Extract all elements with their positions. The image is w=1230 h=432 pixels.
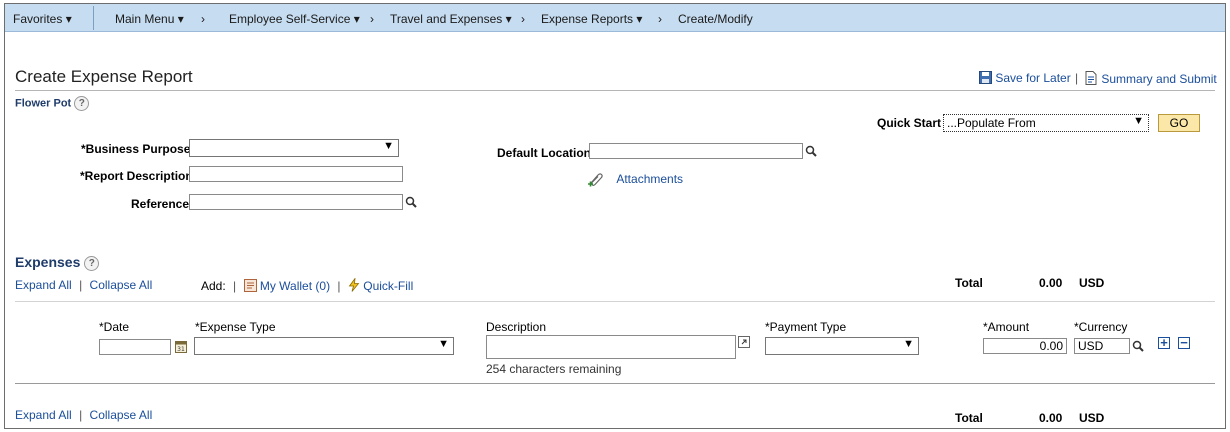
description-textarea[interactable]: [486, 335, 736, 359]
summary-submit-button[interactable]: Summary and Submit: [1085, 71, 1217, 86]
expand-textarea-icon[interactable]: [738, 336, 750, 348]
reference-label: Reference: [131, 197, 190, 211]
reference-input[interactable]: [189, 194, 403, 210]
amount-input[interactable]: 0.00: [983, 338, 1067, 354]
line-divider: [15, 383, 1215, 384]
description-label: Description: [486, 320, 547, 334]
total-currency-top: USD: [1079, 276, 1105, 290]
chevron-down-icon: ▼: [1133, 115, 1144, 127]
business-purpose-select[interactable]: ▼: [189, 139, 399, 157]
expand-collapse-bottom: Expand All | Collapse All: [15, 408, 152, 422]
employee-name: Flower Pot ?: [15, 96, 90, 111]
payment-type-label: *Payment Type: [765, 320, 847, 334]
floppy-disk-icon: [979, 71, 992, 84]
search-icon[interactable]: [805, 145, 817, 157]
breadcrumb-arrow: ›: [370, 12, 374, 26]
save-for-later-button[interactable]: Save for Later: [979, 71, 1071, 85]
nav-bar: Favorites ▾ Main Menu ▾ › Employee Self-…: [5, 4, 1225, 32]
search-icon[interactable]: [405, 196, 417, 208]
attachments-link[interactable]: Attachments: [587, 171, 683, 187]
chevron-down-icon: ▼: [383, 140, 394, 152]
business-purpose-label: *Business Purpose: [81, 142, 191, 156]
chevron-down-icon: ▼: [903, 338, 914, 350]
total-amount-bottom: 0.00: [1039, 411, 1063, 425]
date-label: *Date: [99, 320, 130, 334]
calendar-icon[interactable]: 31: [175, 340, 187, 353]
expand-all-link-bottom[interactable]: Expand All: [15, 408, 72, 422]
link-separator: |: [1075, 71, 1079, 85]
wallet-icon: [243, 279, 257, 292]
paperclip-add-icon: [588, 173, 603, 187]
attachments-label: Attachments: [616, 172, 684, 186]
quick-start-value: ...Populate From: [947, 116, 1036, 130]
favorites-menu[interactable]: Favorites ▾: [13, 12, 72, 26]
amount-label: *Amount: [983, 320, 1030, 334]
go-button[interactable]: GO: [1158, 114, 1200, 132]
summary-document-icon: [1085, 71, 1097, 85]
search-icon[interactable]: [1132, 340, 1144, 352]
main-menu[interactable]: Main Menu ▾: [115, 12, 184, 26]
breadcrumb-arrow: ›: [658, 12, 662, 26]
breadcrumb-travel-expenses[interactable]: Travel and Expenses ▾: [390, 12, 512, 26]
breadcrumb-create-modify[interactable]: Create/Modify: [678, 12, 753, 26]
add-row-button[interactable]: +: [1158, 336, 1170, 349]
delete-row-button[interactable]: −: [1178, 336, 1190, 349]
report-description-label: *Report Description: [80, 169, 193, 183]
my-wallet-label: My Wallet (0): [259, 279, 331, 293]
help-icon[interactable]: ?: [84, 255, 100, 271]
expense-type-label: *Expense Type: [195, 320, 276, 334]
expense-type-select[interactable]: ▼: [194, 337, 454, 355]
page-frame: Favorites ▾ Main Menu ▾ › Employee Self-…: [4, 3, 1226, 429]
help-icon[interactable]: ?: [74, 96, 90, 111]
expand-collapse-top: Expand All | Collapse All: [15, 278, 152, 292]
breadcrumb-employee-self-service[interactable]: Employee Self-Service ▾: [229, 12, 360, 26]
currency-input[interactable]: USD: [1074, 338, 1130, 354]
total-label-top: Total: [955, 276, 983, 290]
default-location-label: Default Location: [497, 146, 592, 160]
expenses-title-text: Expenses: [15, 254, 81, 270]
breadcrumb-arrow: ›: [521, 12, 525, 26]
my-wallet-link[interactable]: My Wallet (0): [243, 279, 334, 293]
link-separator: |: [79, 408, 83, 422]
date-input[interactable]: [99, 339, 171, 355]
expenses-divider: [15, 301, 1215, 302]
total-amount-top: 0.00: [1039, 276, 1063, 290]
chevron-down-icon: ▼: [438, 338, 449, 350]
total-currency-bottom: USD: [1079, 411, 1105, 425]
link-separator: |: [233, 279, 237, 293]
svg-text:31: 31: [177, 346, 185, 353]
link-separator: |: [337, 279, 341, 293]
employee-name-text: Flower Pot: [15, 97, 72, 110]
quick-fill-label: Quick-Fill: [363, 279, 414, 293]
collapse-all-link-bottom[interactable]: Collapse All: [90, 408, 153, 422]
characters-remaining: 254 characters remaining: [486, 362, 622, 376]
quick-start-label: Quick Start: [877, 116, 942, 130]
breadcrumb-expense-reports[interactable]: Expense Reports ▾: [541, 12, 642, 26]
page-title: Create Expense Report: [15, 67, 193, 86]
currency-label: *Currency: [1074, 320, 1128, 334]
payment-type-select[interactable]: ▼: [765, 337, 919, 355]
add-toolbar: Add: | My Wallet (0) | Quick-Fill: [201, 277, 414, 293]
save-for-later-label: Save for Later: [995, 71, 1071, 85]
expenses-section-title: Expenses ?: [15, 254, 100, 271]
breadcrumb-arrow: ›: [201, 12, 205, 26]
quick-fill-link[interactable]: Quick-Fill: [348, 277, 414, 293]
title-divider: [15, 90, 1215, 91]
default-location-input[interactable]: [589, 143, 803, 159]
nav-divider: [93, 6, 94, 30]
total-label-bottom: Total: [955, 411, 983, 425]
quick-start-select[interactable]: ...Populate From ▼: [943, 114, 1149, 132]
lightning-icon: [348, 277, 360, 292]
report-description-input[interactable]: [189, 166, 403, 182]
expand-all-link[interactable]: Expand All: [15, 278, 72, 292]
summary-submit-label: Summary and Submit: [1101, 72, 1217, 86]
link-separator: |: [79, 278, 83, 292]
add-label: Add:: [201, 279, 226, 293]
collapse-all-link[interactable]: Collapse All: [90, 278, 153, 292]
